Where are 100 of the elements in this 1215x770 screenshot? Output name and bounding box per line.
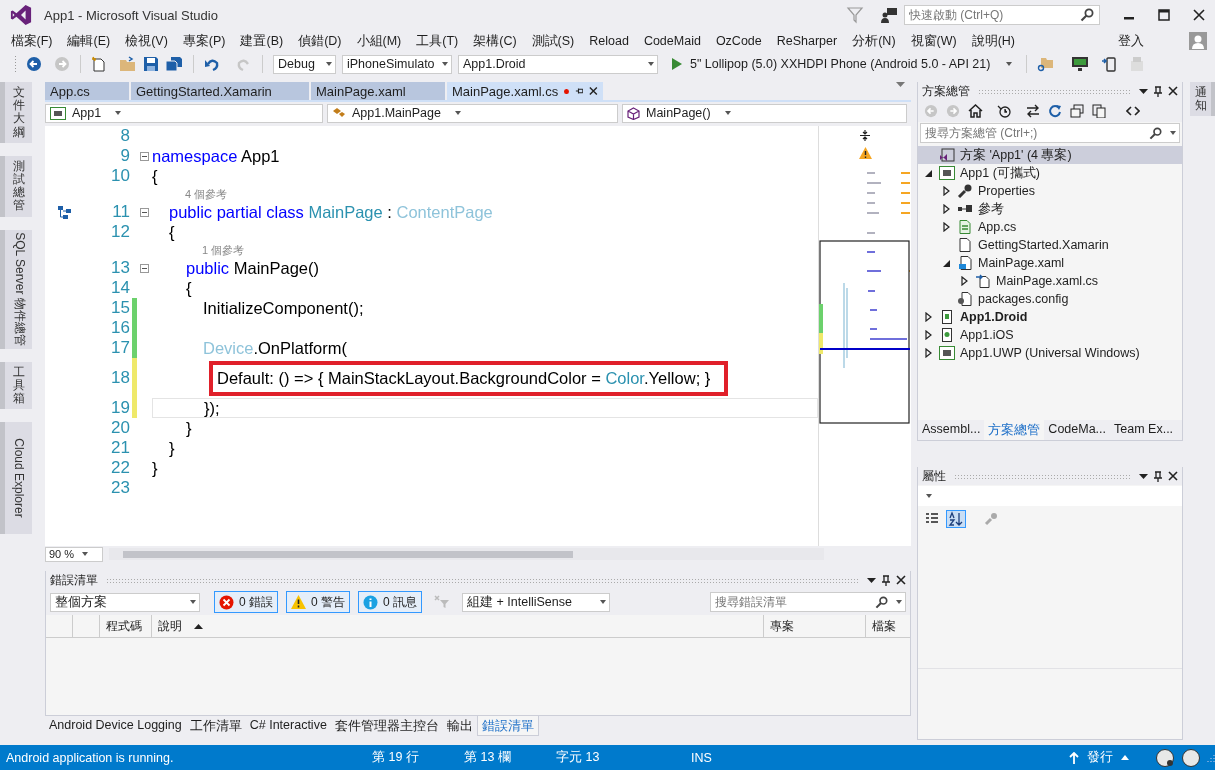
menu-item[interactable]: 分析(N): [844, 32, 904, 50]
panel-tab[interactable]: CodeMa...: [1044, 420, 1111, 440]
menu-item[interactable]: CodeMaid: [636, 34, 709, 48]
feedback-icon[interactable]: [880, 6, 898, 24]
run-button[interactable]: 5" Lollipop (5.0) XXHDPI Phone (Android 5.0 - API 21): [668, 54, 1017, 74]
home-icon[interactable]: [968, 104, 983, 118]
panel-tab[interactable]: C# Interactive: [245, 716, 331, 736]
pin-icon[interactable]: [1154, 85, 1162, 97]
save-all-icon[interactable]: [165, 56, 183, 72]
tree-item[interactable]: Properties: [918, 182, 1182, 200]
panel-tab[interactable]: 工作清單: [185, 716, 246, 736]
scope-dropdown[interactable]: 整個方案: [50, 592, 200, 612]
tree-item[interactable]: MainPage.xaml: [918, 254, 1182, 272]
menu-item[interactable]: 檢視(V): [117, 32, 176, 50]
close-icon[interactable]: [589, 86, 598, 96]
collapsed-triangle-icon[interactable]: [924, 330, 932, 340]
horizontal-scrollbar[interactable]: [109, 548, 824, 560]
sign-in-link[interactable]: 登入: [1110, 32, 1151, 50]
reference-count[interactable]: 4 個參考: [169, 186, 228, 202]
collapse-icon[interactable]: [140, 151, 149, 161]
device-icon[interactable]: [1101, 56, 1118, 72]
search-field[interactable]: 搜尋錯誤清單: [710, 592, 906, 612]
member-dropdown[interactable]: MainPage(): [622, 103, 907, 123]
class-diagram-icon[interactable]: [58, 205, 72, 219]
close-icon[interactable]: [1168, 86, 1178, 96]
collapsed-triangle-icon[interactable]: [942, 186, 950, 196]
folder-search-icon[interactable]: [1037, 56, 1056, 72]
close-icon[interactable]: [1193, 9, 1205, 21]
tree-item[interactable]: 方案 'App1' (4 專案): [918, 146, 1182, 164]
tree-item[interactable]: App1 (可攜式): [918, 164, 1182, 182]
code-icon[interactable]: [1126, 105, 1140, 117]
history-icon[interactable]: [997, 104, 1012, 118]
close-icon[interactable]: [896, 575, 906, 585]
dropdown-icon[interactable]: [1139, 473, 1148, 479]
document-tab[interactable]: MainPage.xaml: [311, 82, 445, 100]
filter-button[interactable]: 0 訊息: [358, 591, 423, 613]
collapsed-triangle-icon[interactable]: [924, 348, 932, 358]
dropdown-icon[interactable]: [1139, 88, 1148, 94]
panel-tab[interactable]: 套件管理器主控台: [330, 716, 443, 736]
panel-tab[interactable]: 輸出: [442, 716, 477, 736]
column-header[interactable]: 專案: [764, 615, 866, 637]
collapse-icon[interactable]: [140, 263, 149, 273]
tree-item[interactable]: packages.config: [918, 290, 1182, 308]
warning-icon[interactable]: [858, 147, 872, 159]
collapsed-triangle-icon[interactable]: [960, 276, 968, 286]
alphabetical-icon[interactable]: [946, 510, 966, 528]
new-file-icon[interactable]: [91, 56, 107, 72]
side-tab[interactable]: Cloud Explorer: [0, 422, 32, 534]
tree-item[interactable]: MainPage.xaml.cs: [918, 272, 1182, 290]
quick-launch-field[interactable]: 快速啟動 (Ctrl+Q): [904, 5, 1100, 25]
side-tab[interactable]: 文件大綱: [0, 82, 32, 143]
save-icon[interactable]: [143, 56, 159, 72]
collapse-icon[interactable]: [140, 207, 149, 217]
document-tab[interactable]: MainPage.xaml.cs: [447, 82, 603, 100]
side-tab[interactable]: 通知: [1190, 82, 1215, 117]
resize-grip-icon[interactable]: [1207, 753, 1215, 762]
close-icon[interactable]: [1168, 471, 1178, 481]
menu-item[interactable]: Reload: [581, 34, 637, 48]
collapsed-triangle-icon[interactable]: [942, 222, 950, 232]
dropdown-icon[interactable]: [867, 577, 876, 583]
sync-icon[interactable]: [1026, 104, 1040, 118]
pin-icon[interactable]: [574, 86, 584, 96]
filter-button[interactable]: 0 警告: [286, 591, 351, 613]
menu-item[interactable]: 視窗(W): [903, 32, 965, 50]
column-header[interactable]: 說明: [152, 615, 764, 637]
menu-item[interactable]: 編輯(E): [59, 32, 118, 50]
document-tab[interactable]: GettingStarted.Xamarin: [131, 82, 309, 100]
panel-tab[interactable]: Android Device Logging: [45, 716, 186, 736]
menu-item[interactable]: 檔案(F): [3, 32, 60, 50]
maximize-icon[interactable]: [1158, 9, 1170, 21]
user-avatar-icon[interactable]: [1189, 32, 1207, 50]
configuration-dropdown[interactable]: Debug: [273, 54, 336, 74]
tree-item[interactable]: App1.Droid: [918, 308, 1182, 326]
menu-item[interactable]: ReSharper: [769, 34, 845, 48]
menu-item[interactable]: 工具(T): [408, 32, 466, 50]
split-handle-icon[interactable]: [859, 129, 871, 142]
tree-item[interactable]: App1.UWP (Universal Windows): [918, 344, 1182, 362]
reference-count[interactable]: 1 個參考: [186, 242, 245, 258]
zoom-dropdown[interactable]: 90 %: [45, 546, 103, 562]
publish-button[interactable]: 發行: [1069, 749, 1129, 766]
expanded-triangle-icon[interactable]: [942, 259, 950, 267]
menu-item[interactable]: 小組(M): [349, 32, 409, 50]
pin-icon[interactable]: [882, 574, 890, 586]
menu-item[interactable]: 說明(H): [964, 32, 1023, 50]
column-header[interactable]: 程式碼: [100, 615, 152, 637]
type-dropdown[interactable]: App1.MainPage: [327, 103, 618, 123]
copy-icon[interactable]: [1092, 104, 1106, 118]
collapsed-triangle-icon[interactable]: [924, 312, 932, 322]
status-circle-icon[interactable]: [1181, 747, 1201, 768]
monitor-icon[interactable]: [1071, 56, 1090, 72]
tree-item[interactable]: App.cs: [918, 218, 1182, 236]
tree-item[interactable]: GettingStarted.Xamarin: [918, 236, 1182, 254]
column-header[interactable]: 檔案: [866, 615, 910, 637]
menu-item[interactable]: OzCode: [708, 34, 770, 48]
search-field[interactable]: 搜尋方案總管 (Ctrl+;): [920, 123, 1180, 143]
pin-icon[interactable]: [1154, 470, 1162, 482]
notification-icon[interactable]: [1155, 747, 1175, 768]
menu-item[interactable]: 建置(B): [233, 32, 291, 50]
source-dropdown[interactable]: 組建 + IntelliSense: [462, 592, 611, 612]
refresh-icon[interactable]: [1048, 104, 1062, 118]
